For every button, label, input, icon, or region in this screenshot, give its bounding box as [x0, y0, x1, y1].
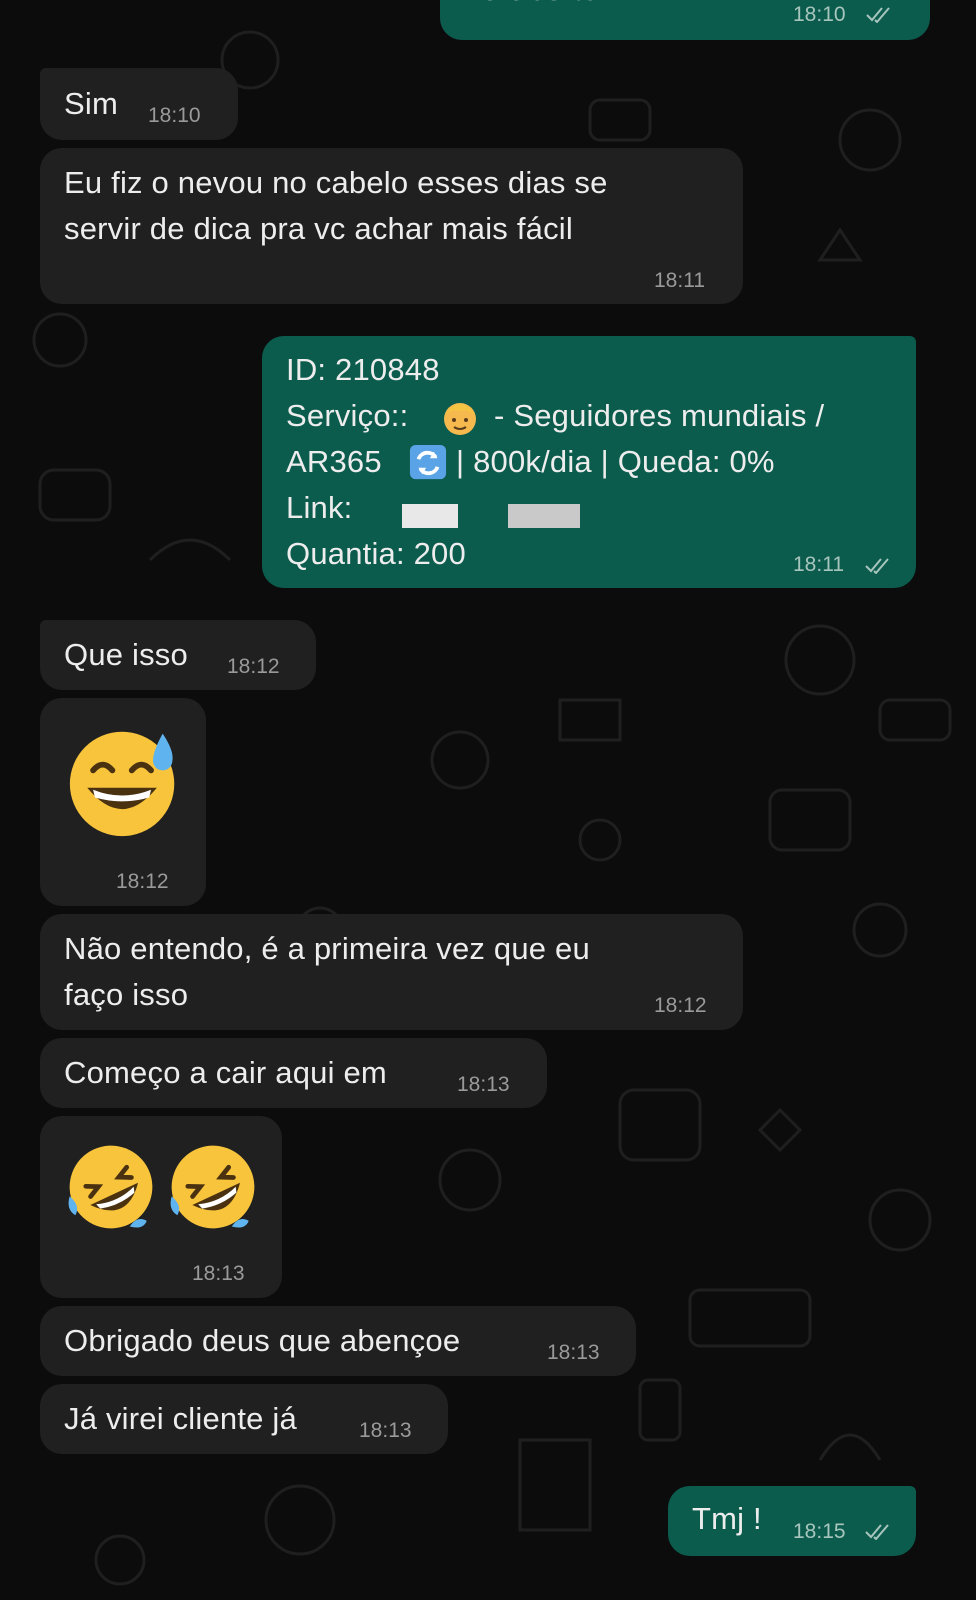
- message-bubble-incoming[interactable]: Começo a cair aqui em 18:13: [40, 1038, 547, 1108]
- message-text: Tmj !: [692, 1501, 762, 1536]
- person-emoji-icon: [444, 403, 476, 435]
- message-bubble-outgoing[interactable]: Ta aberto ? 18:10: [440, 0, 930, 40]
- message-text: Obrigado deus que abençoe: [64, 1323, 461, 1358]
- message-bubble-incoming[interactable]: Eu fiz o nevou no cabelo esses dias se s…: [40, 148, 743, 304]
- quantity: Quantia: 200: [286, 536, 466, 571]
- double-check-icon: [866, 7, 890, 23]
- message-text: Sim: [64, 86, 118, 121]
- double-check-icon: [865, 558, 889, 574]
- link-label: Link:: [286, 490, 353, 525]
- double-check-icon: [865, 1524, 889, 1540]
- redacted-link: [402, 504, 458, 528]
- message-time: 18:12: [227, 655, 280, 678]
- message-bubble-incoming[interactable]: Que isso 18:12: [40, 620, 316, 690]
- message-time: 18:13: [192, 1262, 245, 1285]
- message-time: 18:13: [359, 1419, 412, 1442]
- message-text: Que isso: [64, 637, 188, 672]
- message-bubble-incoming[interactable]: Sim 18:10: [40, 68, 238, 140]
- chat-area[interactable]: Ta aberto ? 18:10 Sim 18:10 Eu fiz o nev…: [0, 0, 976, 1600]
- redacted-link: [508, 504, 580, 528]
- grinning-sweat-emoji: [69, 731, 175, 837]
- message-time: 18:11: [654, 269, 705, 292]
- order-id: ID: 210848: [286, 352, 440, 387]
- message-text: Já virei cliente já: [64, 1401, 297, 1436]
- rofl-emoji: [170, 1145, 255, 1229]
- message-time: 18:10: [148, 104, 201, 127]
- message-text-line: Eu fiz o nevou no cabelo esses dias se: [64, 165, 608, 200]
- message-text-line: faço isso: [64, 977, 189, 1012]
- repeat-button-icon: [409, 444, 447, 480]
- message-bubble-incoming[interactable]: Já virei cliente já 18:13: [40, 1384, 448, 1454]
- message-bubble-incoming[interactable]: 18:12: [40, 698, 206, 906]
- service-code: AR365: [286, 444, 382, 479]
- message-text-line: Não entendo, é a primeira vez que eu: [64, 931, 590, 966]
- message-text: Ta aberto ?: [468, 0, 625, 13]
- message-time: 18:13: [547, 1341, 600, 1364]
- message-text-line: servir de dica pra vc achar mais fácil: [64, 211, 573, 246]
- service-details: | 800k/dia | Queda: 0%: [456, 444, 775, 479]
- message-time: 18:10: [793, 3, 846, 26]
- message-time: 18:13: [457, 1073, 510, 1096]
- message-bubble-incoming[interactable]: Obrigado deus que abençoe 18:13: [40, 1306, 636, 1376]
- message-bubble-incoming[interactable]: 18:13: [40, 1116, 282, 1298]
- service-prefix: Serviço::: [286, 398, 409, 433]
- message-time: 18:15: [793, 1520, 846, 1543]
- message-time: 18:11: [793, 553, 844, 576]
- message-bubble-outgoing[interactable]: Tmj ! 18:15: [668, 1486, 916, 1556]
- message-bubble-incoming[interactable]: Não entendo, é a primeira vez que eu faç…: [40, 914, 743, 1030]
- rofl-emoji: [68, 1145, 153, 1229]
- message-time: 18:12: [654, 994, 707, 1017]
- message-bubble-outgoing[interactable]: ID: 210848 Serviço:: - Seguidores mundia…: [262, 336, 916, 588]
- message-time: 18:12: [116, 870, 169, 893]
- message-text: Começo a cair aqui em: [64, 1055, 387, 1090]
- service-name: - Seguidores mundiais /: [494, 398, 825, 433]
